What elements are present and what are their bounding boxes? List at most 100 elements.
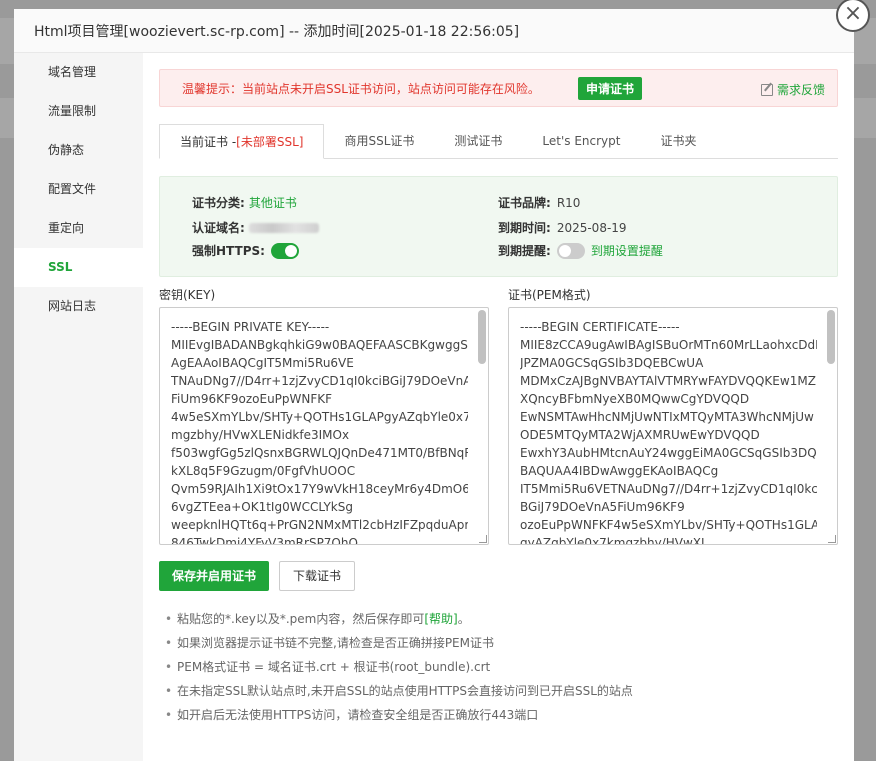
cert-tabs: 当前证书 -[未部署SSL] 商用SSL证书 测试证书 Let's Encryp… — [159, 124, 838, 159]
pem-line: ODE5MTQyMTA2WjAXMRUwEwYDVQQD — [520, 428, 760, 442]
pem-label: 证书(PEM格式) — [508, 288, 591, 302]
sidebar-item-traffic[interactable]: 流量限制 — [14, 92, 143, 131]
cert-info-panel: 证书分类: 其他证书 证书品牌: R10 认证域名: 到期时间: 2025-08… — [159, 176, 838, 277]
key-line: f503wgfGg5zlQsnxBGRWLQJQnDe471MT0/BfBNqR — [171, 446, 468, 460]
help-notes: • 粘贴您的*.key以及*.pem内容，然后保存即可 [帮助]。 • 如果浏览器… — [159, 611, 838, 731]
bullet-icon: • — [165, 660, 173, 674]
key-line: TNAuDNg7//D4rr+1zjZvyCD1qI0kciBGiJ79DOeV… — [171, 374, 468, 388]
cert-category-label: 证书分类: — [192, 196, 245, 210]
cert-expire-value: 2025-08-19 — [556, 220, 627, 235]
force-https-toggle[interactable] — [270, 242, 299, 259]
cert-category: 证书分类: 其他证书 — [192, 194, 297, 211]
warning-text: 温馨提示：当前站点未开启SSL证书访问，站点访问可能存在风险。 — [182, 81, 540, 96]
tab-current-label: 当前证书 - — [180, 135, 237, 149]
pem-line: BAQUAA4IBDwAwggEKAoIBAQCg — [520, 464, 719, 478]
pem-line: MIIE8zCCA9ugAwIBAgISBuOrMTn60MrLLaohxcDd… — [520, 338, 817, 352]
tab-commercial-ssl[interactable]: 商用SSL证书 — [324, 124, 434, 158]
key-line: mgzbhy/HVwXLENidkfe3IMOx — [171, 428, 350, 442]
key-scrollbar[interactable] — [478, 310, 486, 364]
key-section: 密钥(KEY) -----BEGIN PRIVATE KEY----- MIIE… — [159, 287, 489, 545]
pem-line: MDMxCzAJBgNVBAYTAlVTMRYwFAYDVQQKEw1MZ — [520, 374, 816, 388]
list-item: • 如开启后无法使用HTTPS访问，请检查安全组是否正确放行443端口 — [165, 707, 838, 731]
pem-line: XQncyBFbmNyeXB0MQwwCgYDVQQD — [520, 392, 750, 406]
key-line: FiUm96KF9ozoEuPpWNFKF — [171, 392, 333, 406]
note-text: PEM格式证书 = 域名证书.crt + 根证书(root_bundle).cr… — [177, 660, 491, 674]
key-line: 6vgZTEea+OK1tIg0WCCLYkSg — [171, 500, 353, 514]
cert-domain: 认证域名: — [192, 219, 319, 236]
list-item: • PEM格式证书 = 域名证书.crt + 根证书(root_bundle).… — [165, 659, 838, 683]
resize-handle-icon[interactable] — [479, 535, 487, 543]
pem-section: 证书(PEM格式) -----BEGIN CERTIFICATE----- MI… — [508, 287, 838, 545]
key-line: -----BEGIN PRIVATE KEY----- — [171, 320, 330, 334]
cert-actions: 保存并启用证书 下载证书 — [159, 561, 838, 591]
tab-test-cert[interactable]: 测试证书 — [434, 124, 522, 158]
help-link[interactable]: [帮助] — [424, 611, 457, 635]
list-item: • 在未指定SSL默认站点时,未开启SSL的站点使用HTTPS会直接访问到已开启… — [165, 683, 838, 707]
force-https: 强制HTTPS: — [192, 242, 299, 259]
ssl-dialog: Html项目管理[woozievert.sc-rp.com] -- 添加时间[2… — [14, 9, 854, 761]
sidebar-item-config[interactable]: 配置文件 — [14, 170, 143, 209]
tab-cert-folder[interactable]: 证书夹 — [640, 124, 716, 158]
pem-textarea[interactable]: -----BEGIN CERTIFICATE----- MIIE8zCCA9ug… — [508, 307, 838, 545]
pem-scrollbar[interactable] — [827, 310, 835, 364]
note-text: 在未指定SSL默认站点时,未开启SSL的站点使用HTTPS会直接访问到已开启SS… — [177, 684, 633, 698]
expire-remind-toggle[interactable] — [556, 242, 585, 259]
note-text: 如果浏览器提示证书链不完整,请检查是否正确拼接PEM证书 — [177, 636, 494, 650]
background-panel — [0, 98, 14, 138]
expire-remind-label: 到期提醒: — [498, 244, 551, 258]
cert-input-area: 密钥(KEY) -----BEGIN PRIVATE KEY----- MIIE… — [159, 287, 838, 545]
list-item: • 粘贴您的*.key以及*.pem内容，然后保存即可 [帮助]。 — [165, 611, 838, 635]
key-line: AgEAAoIBAQCgIT5Mmi5Ru6VE — [171, 356, 354, 370]
sidebar-item-ssl[interactable]: SSL — [14, 248, 143, 287]
download-cert-button[interactable]: 下载证书 — [279, 561, 356, 591]
resize-handle-icon[interactable] — [828, 535, 836, 543]
save-enable-button[interactable]: 保存并启用证书 — [159, 561, 270, 591]
bullet-icon: • — [165, 684, 173, 698]
dialog-title: Html项目管理[woozievert.sc-rp.com] -- 添加时间[2… — [14, 9, 854, 53]
pem-line: BGiJ79DOeVnA5FiUm96KF9 — [520, 500, 685, 514]
key-line: 846TwkDmj4YFyV3mRrSP7QhQ — [171, 536, 358, 545]
cert-brand-value: R10 — [556, 195, 581, 210]
remind-settings-link[interactable]: 到期设置提醒 — [591, 242, 663, 259]
key-line: 4w5eSXmYLbv/SHTy+QOTHs1GLAPgyAZqbYle0x7k — [171, 410, 468, 424]
key-line: kXL8q5F9Gzugm/0FgfVhUOOC — [171, 464, 356, 478]
sidebar-item-logs[interactable]: 网站日志 — [14, 287, 143, 326]
cert-expire-label: 到期时间: — [498, 221, 551, 235]
pem-line: -----BEGIN CERTIFICATE----- — [520, 320, 680, 334]
cert-brand: 证书品牌: R10 — [498, 194, 580, 211]
key-line: weepknlHQTt6q+PrGN2NMxMTl2cbHzIFZpqduApr — [171, 518, 468, 532]
cert-expire: 到期时间: 2025-08-19 — [498, 219, 627, 236]
expire-remind: 到期提醒: 到期设置提醒 — [498, 242, 663, 259]
pem-line: JPZMA0GCSqGSIb3DQEBCwUA — [520, 356, 704, 370]
key-line: Qvm59RJAIh1Xi9tOx17Y9wVkH18ceyMr6y4DmO6p — [171, 482, 468, 496]
ssl-warning-banner: 温馨提示：当前站点未开启SSL证书访问，站点访问可能存在风险。 申请证书 需求反… — [159, 69, 838, 107]
ssl-main-panel: 温馨提示：当前站点未开启SSL证书访问，站点访问可能存在风险。 申请证书 需求反… — [143, 53, 854, 761]
pem-line: EwxhY3AubHMtcnAuY24wggEiMA0GCSqGSIb3DQE — [520, 446, 817, 460]
pem-line: IT5Mmi5Ru6VETNAuDNg7//D4rr+1zjZvyCD1qI0k… — [520, 482, 817, 496]
pem-line: gyAZqbYle0x7kmgzbhy/HVwXL — [520, 536, 708, 545]
bullet-icon: • — [165, 612, 173, 626]
tab-current-cert[interactable]: 当前证书 -[未部署SSL] — [159, 124, 325, 159]
sidebar-item-domain[interactable]: 域名管理 — [14, 53, 143, 92]
bullet-icon: • — [165, 708, 173, 722]
note-text: 如开启后无法使用HTTPS访问，请检查安全组是否正确放行443端口 — [177, 708, 539, 722]
note-text: 粘贴您的*.key以及*.pem内容，然后保存即可 — [177, 612, 425, 626]
tab-current-status: [未部署SSL] — [236, 135, 304, 149]
pem-line: ozoEuPpWNFKF4w5eSXmYLbv/SHTy+QOTHs1GLAP — [520, 518, 817, 532]
key-textarea[interactable]: -----BEGIN PRIVATE KEY----- MIIEvgIBADAN… — [159, 307, 489, 545]
force-https-label: 强制HTTPS: — [192, 244, 265, 258]
close-icon: × — [843, 1, 863, 26]
sidebar-item-redirect[interactable]: 重定向 — [14, 209, 143, 248]
dialog-sidebar: 域名管理 流量限制 伪静态 配置文件 重定向 SSL 网站日志 — [14, 53, 143, 761]
pem-line: EwNSMTAwHhcNMjUwNTIxMTQyMTA3WhcNMjUw — [520, 410, 814, 424]
key-line: MIIEvgIBADANBgkqhkiG9w0BAQEFAASCBKgwggSk — [171, 338, 468, 352]
sidebar-item-rewrite[interactable]: 伪静态 — [14, 131, 143, 170]
tab-letsencrypt[interactable]: Let's Encrypt — [522, 124, 640, 158]
apply-cert-button[interactable]: 申请证书 — [577, 76, 642, 100]
cert-domain-label: 认证域名: — [192, 221, 245, 235]
cert-brand-label: 证书品牌: — [498, 196, 551, 210]
feedback-link[interactable]: 需求反馈 — [760, 81, 825, 98]
note-text: 。 — [457, 612, 470, 626]
redacted-domain — [248, 222, 319, 233]
key-label: 密钥(KEY) — [159, 288, 216, 302]
